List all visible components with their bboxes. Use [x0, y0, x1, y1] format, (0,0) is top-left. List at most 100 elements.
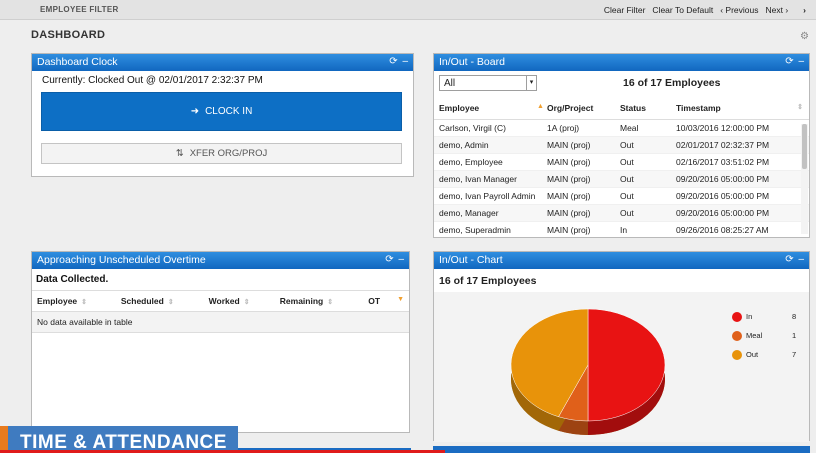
table-cell: MAIN (proj)	[542, 170, 615, 188]
table-cell: Out	[615, 136, 671, 154]
table-cell: demo, Admin	[434, 136, 542, 154]
clear-filter-link[interactable]: Clear Filter	[604, 5, 646, 15]
table-cell: 09/20/2016 05:00:00 PM	[671, 170, 809, 188]
panel-header: Approaching Unscheduled Overtime ⟳ ‒	[32, 252, 409, 269]
table-cell: MAIN (proj)	[542, 136, 615, 154]
panel-header: In/Out - Board ⟳ ‒	[434, 54, 809, 71]
sort-desc-icon: ▼	[397, 296, 404, 303]
employee-filter-bar: EMPLOYEE FILTER Clear Filter Clear To De…	[0, 0, 816, 20]
sign-in-icon: ➜	[190, 106, 200, 117]
table-cell: MAIN (proj)	[542, 204, 615, 222]
table-cell: 02/16/2017 03:51:02 PM	[671, 153, 809, 171]
page-title: DASHBOARD	[31, 29, 106, 41]
panel-title: In/Out - Chart	[439, 254, 503, 266]
sort-icon: ⇕	[167, 299, 174, 306]
table-cell: MAIN (proj)	[542, 221, 615, 237]
select-value: All	[444, 78, 456, 89]
employee-count: 16 of 17 Employees	[623, 77, 721, 89]
legend-item[interactable]: In 8	[732, 307, 796, 326]
clear-to-default-link[interactable]: Clear To Default	[652, 5, 713, 15]
legend-swatch	[732, 330, 742, 341]
table-cell: 02/01/2017 02:32:37 PM	[671, 136, 809, 154]
table-row[interactable]: demo, Manager MAIN (proj) Out 09/20/2016 05…	[434, 204, 809, 222]
clock-status-text: Currently: Clocked Out @ 02/01/2017 2:32…	[42, 75, 263, 86]
panel-title: Approaching Unscheduled Overtime	[37, 254, 206, 266]
table-cell: demo, Manager	[434, 204, 542, 222]
column-header-worked[interactable]: Worked ⇕	[203, 290, 275, 312]
legend-item[interactable]: Out 7	[732, 345, 796, 364]
empty-table-message: No data available in table	[32, 311, 409, 333]
legend-swatch	[732, 349, 742, 360]
chart-legend: In 8 Meal 1 Out 7	[732, 307, 796, 364]
panel-controls-icon[interactable]: ⟳ ‒	[385, 254, 405, 265]
footer-strip	[433, 446, 810, 453]
table-row[interactable]: demo, Admin MAIN (proj) Out 02/01/2017 02:3…	[434, 136, 809, 154]
clock-in-button[interactable]: ➜ CLOCK IN	[41, 92, 402, 131]
time-attendance-banner: TIME & ATTENDANCE	[0, 426, 238, 453]
unscheduled-overtime-panel: Approaching Unscheduled Overtime ⟳ ‒ Dat…	[31, 251, 410, 433]
table-cell: 09/20/2016 05:00:00 PM	[671, 204, 809, 222]
expand-filter-icon[interactable]: ›	[803, 5, 806, 15]
table-row[interactable]: demo, Superadmin MAIN (proj) In 09/26/2016 …	[434, 221, 809, 237]
sort-icon: ⇕	[797, 104, 803, 111]
table-row[interactable]: Carlson, Virgil (C) 1A (proj) Meal 10/03/20…	[434, 119, 809, 137]
legend-label: Out	[746, 350, 759, 359]
table-cell: 10/03/2016 12:00:00 PM	[671, 119, 809, 137]
column-header-status[interactable]: Status	[615, 97, 671, 120]
xfer-label: XFER ORG/PROJ	[189, 148, 268, 159]
inout-table: Employee ▲ Org/Project Status Timestamp ⇕ …	[434, 97, 809, 237]
xfer-org-proj-button[interactable]: ⇅ XFER ORG/PROJ	[41, 143, 402, 164]
panel-header: Dashboard Clock ⟳ ‒	[32, 54, 413, 71]
table-row[interactable]: demo, Ivan Payroll Admin MAIN (proj) Out 09…	[434, 187, 809, 205]
legend-label: Meal	[746, 331, 763, 340]
table-cell: Meal	[615, 119, 671, 137]
panel-title: In/Out - Board	[439, 56, 505, 68]
board-filter-select[interactable]: All ▾	[439, 75, 537, 91]
panel-controls-icon[interactable]: ⟳ ‒	[389, 56, 409, 67]
legend-item[interactable]: Meal 1	[732, 326, 796, 345]
employee-filter-title[interactable]: EMPLOYEE FILTER	[40, 5, 119, 14]
inout-board-panel: In/Out - Board ⟳ ‒ All ▾ 16 of 17 Employ…	[433, 53, 810, 238]
column-header-remaining[interactable]: Remaining ⇕	[274, 290, 364, 312]
legend-label: In	[746, 312, 753, 321]
column-header-ot[interactable]: OT ▼	[363, 290, 409, 312]
previous-link[interactable]: ‹ Previous	[720, 5, 758, 15]
table-cell: MAIN (proj)	[542, 187, 615, 205]
gear-icon[interactable]: ⚙	[800, 31, 809, 42]
column-header-employee[interactable]: Employee ▲	[434, 97, 544, 120]
next-link[interactable]: Next ›	[765, 5, 788, 15]
panel-controls-icon[interactable]: ⟳ ‒	[785, 254, 805, 265]
chart-employee-count: 16 of 17 Employees	[439, 275, 537, 287]
legend-value: 7	[792, 350, 797, 359]
sort-icon: ⇕	[327, 299, 334, 306]
table-cell: 09/26/2016 08:25:27 AM	[671, 221, 809, 237]
legend-swatch	[732, 311, 742, 322]
column-header-org-project[interactable]: Org/Project	[542, 97, 615, 120]
table-cell: In	[615, 221, 671, 237]
panel-controls-icon[interactable]: ⟳ ‒	[785, 56, 805, 67]
column-header-scheduled[interactable]: Scheduled ⇕	[115, 290, 204, 312]
sort-icon: ⇕	[81, 299, 88, 306]
chevron-down-icon: ▾	[526, 76, 536, 90]
panel-title: Dashboard Clock	[37, 56, 118, 68]
table-cell: 1A (proj)	[542, 119, 615, 137]
inout-chart-panel: In/Out - Chart ⟳ ‒ 16 of 17 Employees In…	[433, 251, 810, 442]
chart-area: In 8 Meal 1 Out 7	[434, 292, 809, 442]
table-row[interactable]: demo, Ivan Manager MAIN (proj) Out 09/20/20…	[434, 170, 809, 188]
table-cell: 09/20/2016 05:00:00 PM	[671, 187, 809, 205]
legend-value: 8	[792, 312, 797, 321]
legend-value: 1	[792, 331, 797, 340]
table-row[interactable]: demo, Employee MAIN (proj) Out 02/16/2017 0…	[434, 153, 809, 171]
column-header-employee[interactable]: Employee ⇕	[32, 290, 116, 312]
scrollbar-thumb[interactable]	[802, 124, 807, 169]
table-cell: Carlson, Virgil (C)	[434, 119, 542, 137]
clock-in-label: CLOCK IN	[205, 106, 253, 117]
column-header-timestamp[interactable]: Timestamp ⇕	[671, 97, 809, 120]
overtime-table: Employee ⇕ Scheduled ⇕ Worked ⇕ Remaining ⇕ …	[32, 290, 409, 333]
sort-icon: ⇕	[243, 299, 250, 306]
data-collected-text: Data Collected.	[36, 274, 109, 285]
transfer-icon: ⇅	[175, 148, 184, 159]
table-cell: demo, Ivan Manager	[434, 170, 542, 188]
table-cell: Out	[615, 204, 671, 222]
table-cell: MAIN (proj)	[542, 153, 615, 171]
